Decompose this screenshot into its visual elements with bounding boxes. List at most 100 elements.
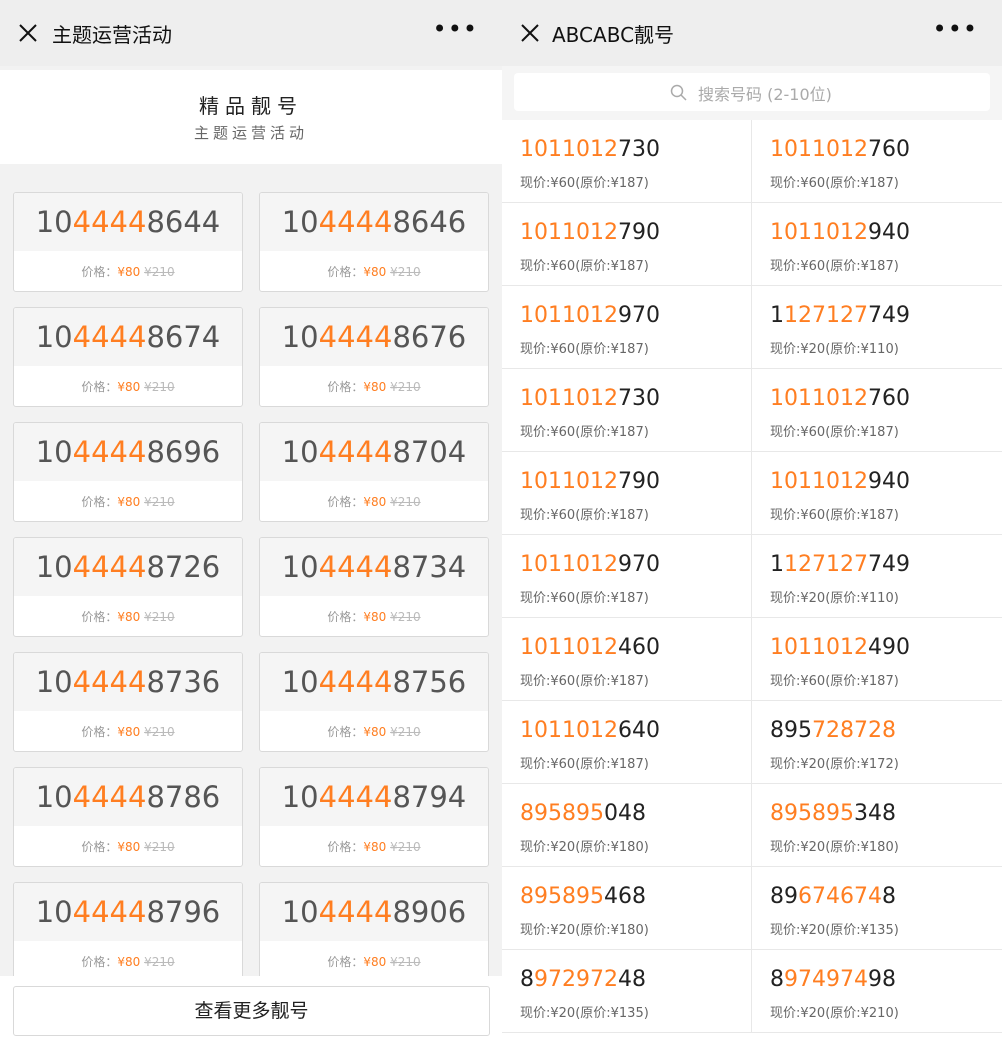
phone-number: 1044448756 <box>260 653 488 711</box>
search-icon <box>670 84 687 101</box>
number-card[interactable]: 1044448676 价格：¥80 ¥210 <box>259 307 489 407</box>
phone-number: 1011012940 <box>770 469 910 494</box>
price-line: 价格：¥80 ¥210 <box>260 826 488 866</box>
number-highlight: 895895 <box>770 801 854 826</box>
number-tail: 749 <box>867 552 910 577</box>
number-highlight: 4444 <box>72 665 147 699</box>
number-highlight: 1011012 <box>770 137 868 162</box>
number-list-item[interactable]: 1011012940 现价:¥60(原价:¥187) <box>752 452 1002 535</box>
number-list-item[interactable]: 897297248 现价:¥20(原价:¥135) <box>502 950 752 1033</box>
price-label: 价格： <box>81 955 118 969</box>
number-list-item[interactable]: 1011012940 现价:¥60(原价:¥187) <box>752 203 1002 286</box>
number-list-item[interactable]: 1127127749 现价:¥20(原价:¥110) <box>752 286 1002 369</box>
number-highlight: 1011012 <box>520 303 618 328</box>
number-tail: 940 <box>867 220 910 245</box>
number-card[interactable]: 1044448756 价格：¥80 ¥210 <box>259 652 489 752</box>
price-line: 现价:¥60(原价:¥187) <box>770 508 899 523</box>
number-card[interactable]: 1044448674 价格：¥80 ¥210 <box>13 307 243 407</box>
current-price: ¥80 <box>363 840 387 854</box>
number-card[interactable]: 1044448794 价格：¥80 ¥210 <box>259 767 489 867</box>
number-prefix: 10 <box>281 435 319 469</box>
number-list-item[interactable]: 895728728 现价:¥20(原价:¥172) <box>752 701 1002 784</box>
number-list-item[interactable]: 1011012790 现价:¥60(原价:¥187) <box>502 452 752 535</box>
number-list-item[interactable]: 1127127749 现价:¥20(原价:¥110) <box>752 535 1002 618</box>
price-line: 现价:¥20(原价:¥210) <box>770 1006 899 1021</box>
number-card[interactable]: 1044448906 价格：¥80 ¥210 <box>259 882 489 982</box>
number-list-item[interactable]: 895895348 现价:¥20(原价:¥180) <box>752 784 1002 867</box>
number-tail: 790 <box>617 469 660 494</box>
number-card[interactable]: 1044448704 价格：¥80 ¥210 <box>259 422 489 522</box>
number-list-item[interactable]: 896746748 现价:¥20(原价:¥135) <box>752 867 1002 950</box>
price-line: 现价:¥20(原价:¥180) <box>770 840 899 855</box>
banner-title: 精品靓号 <box>199 94 303 118</box>
more-icon[interactable]: ••• <box>933 14 978 44</box>
number-list-item[interactable]: 1011012730 现价:¥60(原价:¥187) <box>502 369 752 452</box>
number-list-item[interactable]: 1011012790 现价:¥60(原价:¥187) <box>502 203 752 286</box>
price-label: 价格： <box>327 840 364 854</box>
close-icon[interactable] <box>520 23 540 43</box>
number-list-item[interactable]: 1011012760 现价:¥60(原价:¥187) <box>752 120 1002 203</box>
number-tail: 98 <box>867 967 896 992</box>
number-card[interactable]: 1044448646 价格：¥80 ¥210 <box>259 192 489 292</box>
original-price: ¥210 <box>144 725 175 739</box>
number-tail: 760 <box>867 386 910 411</box>
current-price: ¥80 <box>117 725 141 739</box>
number-highlight: 4444 <box>72 895 147 929</box>
number-card[interactable]: 1044448734 价格：¥80 ¥210 <box>259 537 489 637</box>
number-list-item[interactable]: 1011012760 现价:¥60(原价:¥187) <box>752 369 1002 452</box>
price-line: 价格：¥80 ¥210 <box>14 366 242 406</box>
number-suffix: 8726 <box>146 550 221 584</box>
number-prefix: 10 <box>281 550 319 584</box>
number-prefix: 10 <box>35 550 73 584</box>
price-line: 价格：¥80 ¥210 <box>14 826 242 866</box>
number-card[interactable]: 1044448726 价格：¥80 ¥210 <box>13 537 243 637</box>
phone-number: 897497498 <box>770 967 896 992</box>
number-suffix: 8676 <box>392 320 467 354</box>
phone-number: 1011012760 <box>770 137 910 162</box>
more-icon[interactable]: ••• <box>433 14 478 44</box>
number-highlight: 127127 <box>784 552 868 577</box>
phone-number: 1044448734 <box>260 538 488 596</box>
number-highlight: 1011012 <box>520 552 618 577</box>
number-card[interactable]: 1044448736 价格：¥80 ¥210 <box>13 652 243 752</box>
number-list-item[interactable]: 1011012640 现价:¥60(原价:¥187) <box>502 701 752 784</box>
price-label: 价格： <box>81 840 118 854</box>
number-card[interactable]: 1044448786 价格：¥80 ¥210 <box>13 767 243 867</box>
number-tail: 970 <box>617 303 660 328</box>
number-highlight: 972972 <box>534 967 618 992</box>
number-suffix: 8794 <box>392 780 467 814</box>
view-more-button[interactable]: 查看更多靓号 <box>13 986 490 1036</box>
number-card[interactable]: 1044448644 价格：¥80 ¥210 <box>13 192 243 292</box>
number-highlight: 1011012 <box>520 635 618 660</box>
number-list-item[interactable]: 897497498 现价:¥20(原价:¥210) <box>752 950 1002 1033</box>
number-prefix: 10 <box>35 780 73 814</box>
close-icon[interactable] <box>18 23 38 43</box>
search-input[interactable]: 搜索号码 (2-10位) <box>514 73 990 111</box>
price-label: 价格： <box>327 610 364 624</box>
number-suffix: 8674 <box>146 320 221 354</box>
price-line: 现价:¥60(原价:¥187) <box>520 757 649 772</box>
phone-number: 1011012760 <box>770 386 910 411</box>
phone-number: 1044448794 <box>260 768 488 826</box>
number-card[interactable]: 1044448696 价格：¥80 ¥210 <box>13 422 243 522</box>
number-list-item[interactable]: 1011012490 现价:¥60(原价:¥187) <box>752 618 1002 701</box>
search-placeholder: 搜索号码 (2-10位) <box>698 85 832 104</box>
number-list-item[interactable]: 1011012460 现价:¥60(原价:¥187) <box>502 618 752 701</box>
original-price: ¥210 <box>390 265 421 279</box>
number-tail: 760 <box>867 137 910 162</box>
number-card[interactable]: 1044448796 价格：¥80 ¥210 <box>13 882 243 982</box>
number-list-item[interactable]: 895895468 现价:¥20(原价:¥180) <box>502 867 752 950</box>
original-price: ¥210 <box>144 840 175 854</box>
current-price: ¥80 <box>363 495 387 509</box>
number-list-item[interactable]: 1011012970 现价:¥60(原价:¥187) <box>502 535 752 618</box>
banner-subtitle: 主题运营活动 <box>193 124 308 142</box>
number-highlight: 1011012 <box>770 386 868 411</box>
price-label: 价格： <box>327 725 364 739</box>
number-list-item[interactable]: 1011012970 现价:¥60(原价:¥187) <box>502 286 752 369</box>
number-list-item[interactable]: 1011012730 现价:¥60(原价:¥187) <box>502 120 752 203</box>
number-tail: 940 <box>867 469 910 494</box>
phone-number: 1044448786 <box>14 768 242 826</box>
number-list-item[interactable]: 895895048 现价:¥20(原价:¥180) <box>502 784 752 867</box>
number-highlight: 4444 <box>72 780 147 814</box>
number-suffix: 8704 <box>392 435 467 469</box>
